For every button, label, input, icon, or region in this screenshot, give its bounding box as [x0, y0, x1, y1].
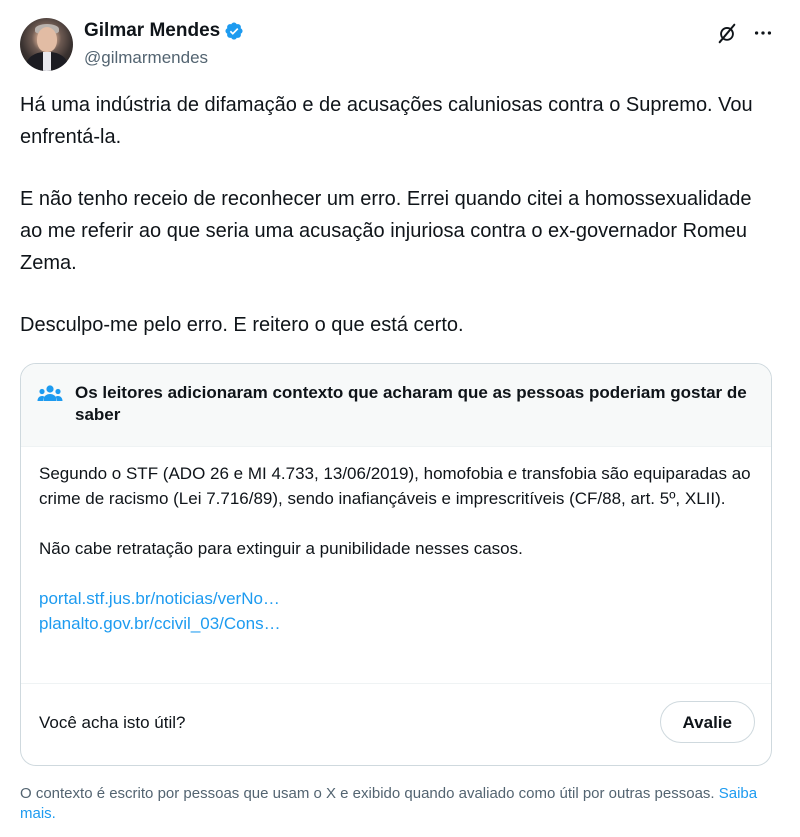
more-options-icon[interactable] — [752, 22, 774, 44]
helpful-question: Você acha isto útil? — [39, 713, 186, 732]
community-note-paragraph: Não cabe retratação para extinguir a pun… — [39, 539, 523, 558]
community-note-footer: Você acha isto útil? Avalie — [21, 683, 771, 765]
community-note: Os leitores adicionaram contexto que ach… — [20, 363, 772, 766]
tweet-paragraph: E não tenho receio de reconhecer um erro… — [20, 188, 752, 274]
community-note-links: portal.stf.jus.br/noticias/verNo… planal… — [39, 586, 771, 636]
grok-icon[interactable] — [716, 22, 738, 44]
community-note-paragraph: Segundo o STF (ADO 26 e MI 4.733, 13/06/… — [39, 464, 751, 508]
author-display-name[interactable]: Gilmar Mendes — [84, 20, 220, 42]
community-note-title: Os leitores adicionaram contexto que ach… — [75, 383, 747, 424]
verified-badge-icon[interactable] — [224, 21, 244, 41]
community-notes-disclaimer: O contexto é escrito por pessoas que usa… — [20, 784, 780, 824]
tweet-header: Gilmar Mendes @gilmarmendes — [20, 18, 780, 74]
tweet-paragraph: Desculpo-me pelo erro. E reitero o que e… — [20, 314, 464, 336]
author-name-row: Gilmar Mendes — [84, 20, 244, 42]
tweet-paragraph: Há uma indústria de difamação e de acusa… — [20, 94, 753, 148]
community-note-body: Segundo o STF (ADO 26 e MI 4.733, 13/06/… — [21, 447, 771, 636]
disclaimer-text: O contexto é escrito por pessoas que usa… — [20, 785, 715, 802]
tweet-actions — [716, 22, 774, 44]
community-notes-people-icon — [37, 385, 63, 401]
community-note-header: Os leitores adicionaram contexto que ach… — [21, 364, 771, 447]
source-link-planalto[interactable]: planalto.gov.br/ccivil_03/Cons… — [39, 611, 771, 636]
tweet-text: Há uma indústria de difamação e de acusa… — [20, 89, 760, 341]
rate-button[interactable]: Avalie — [659, 701, 755, 743]
author-handle[interactable]: @gilmarmendes — [84, 48, 208, 68]
avatar[interactable] — [20, 18, 73, 71]
source-link-stf[interactable]: portal.stf.jus.br/noticias/verNo… — [39, 586, 771, 611]
